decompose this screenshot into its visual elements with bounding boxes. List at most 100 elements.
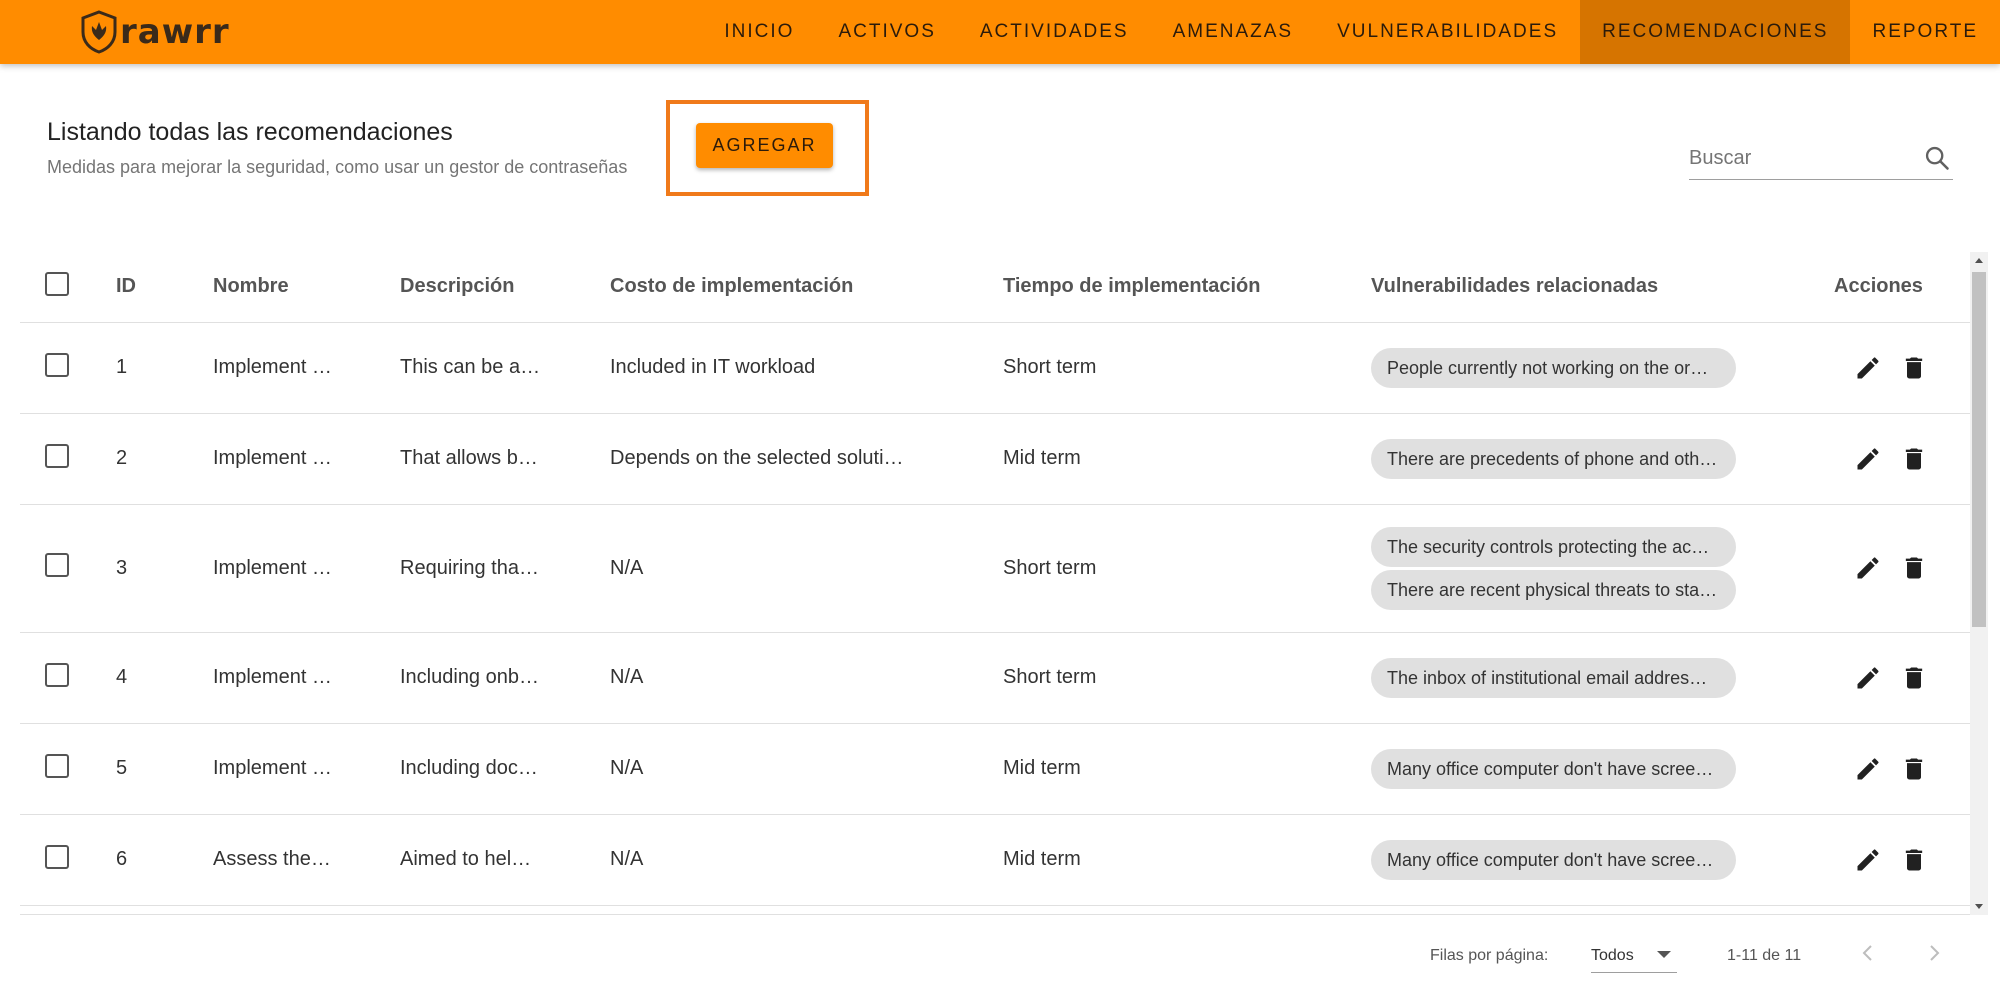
cell-descripcion: That allows b… bbox=[400, 447, 538, 469]
delete-icon[interactable] bbox=[1900, 554, 1928, 582]
nav-item-activos[interactable]: ACTIVOS bbox=[816, 0, 957, 64]
cell-costo: N/A bbox=[610, 848, 644, 870]
row-checkbox[interactable] bbox=[45, 844, 69, 869]
edit-icon[interactable] bbox=[1854, 554, 1882, 582]
nav-item-actividades[interactable]: ACTIVIDADES bbox=[958, 0, 1151, 64]
cell-costo: N/A bbox=[610, 556, 644, 579]
delete-icon[interactable] bbox=[1900, 445, 1928, 473]
table-row[interactable]: 3 Implement … Requiring tha… N/A Short term T… bbox=[20, 504, 1970, 633]
delete-icon[interactable] bbox=[1900, 846, 1928, 874]
edit-icon[interactable] bbox=[1854, 755, 1882, 783]
nav-item-reporte[interactable]: REPORTE bbox=[1850, 0, 2000, 64]
main-nav: INICIO ACTIVOS ACTIVIDADES AMENAZAS VULNERAB… bbox=[702, 0, 2000, 64]
table-row[interactable]: 2 Implement … That allows b… Depends on the… bbox=[20, 413, 1970, 505]
cell-tiempo: Mid term bbox=[1003, 848, 1081, 870]
row-checkbox[interactable] bbox=[45, 553, 69, 577]
vulnerability-chip[interactable]: There are precedents of phone and oth… bbox=[1371, 438, 1736, 479]
cell-descripcion: Including onb… bbox=[400, 666, 539, 688]
cell-vulnerabilidades: The security controls protecting the ac…… bbox=[1371, 526, 1834, 610]
edit-icon[interactable] bbox=[1854, 846, 1882, 874]
cell-vulnerabilidades: People currently not working on the or… bbox=[1371, 347, 1834, 388]
cell-vulnerabilidades: Many office computer don't have scree… bbox=[1371, 839, 1834, 880]
select-all-checkbox[interactable] bbox=[45, 271, 69, 296]
delete-icon[interactable] bbox=[1900, 755, 1928, 783]
edit-icon[interactable] bbox=[1854, 445, 1882, 473]
scroll-down-arrow-icon[interactable] bbox=[1970, 897, 1988, 915]
column-header-costo[interactable]: Costo de implementación bbox=[610, 252, 1003, 323]
page-title: Listando todas las recomendaciones bbox=[47, 118, 453, 146]
cell-vulnerabilidades: Many office computer don't have scree… bbox=[1371, 748, 1834, 789]
add-button[interactable]: AGREGAR bbox=[696, 123, 833, 168]
edit-icon[interactable] bbox=[1854, 354, 1882, 382]
search-icon[interactable] bbox=[1923, 144, 1951, 172]
column-header-acciones: Acciones bbox=[1834, 252, 1970, 323]
cell-id: 5 bbox=[116, 757, 128, 779]
scroll-up-arrow-icon[interactable] bbox=[1970, 252, 1988, 270]
rows-per-page-select[interactable]: Todos bbox=[1591, 939, 1677, 973]
cell-nombre: Assess the… bbox=[213, 848, 331, 870]
table-row[interactable]: 4 Implement … Including onb… N/A Short term T… bbox=[20, 632, 1970, 724]
dropdown-caret-icon bbox=[1657, 951, 1671, 958]
cell-costo: Depends on the selected soluti… bbox=[610, 447, 904, 469]
vulnerability-chip[interactable]: The inbox of institutional email addres… bbox=[1371, 657, 1736, 698]
cell-id: 3 bbox=[116, 556, 128, 579]
cell-costo: Included in IT workload bbox=[610, 356, 816, 378]
cell-id: 4 bbox=[116, 666, 128, 688]
page-subtitle: Medidas para mejorar la seguridad, como … bbox=[47, 157, 628, 177]
delete-icon[interactable] bbox=[1900, 354, 1928, 382]
edit-icon[interactable] bbox=[1854, 664, 1882, 692]
recommendations-table: ID Nombre Descripción Costo de implement… bbox=[20, 252, 1970, 915]
row-actions bbox=[1854, 755, 1970, 783]
brand-wordmark: rawrr bbox=[120, 12, 230, 52]
vulnerability-chip[interactable]: Many office computer don't have scree… bbox=[1371, 748, 1736, 789]
previous-page-icon[interactable] bbox=[1856, 941, 1880, 965]
row-actions bbox=[1854, 445, 1970, 473]
vulnerability-chip[interactable]: Many office computer don't have scree… bbox=[1371, 839, 1736, 880]
cell-vulnerabilidades: There are precedents of phone and oth… bbox=[1371, 438, 1834, 479]
row-checkbox[interactable] bbox=[45, 352, 69, 377]
cell-costo: N/A bbox=[610, 666, 644, 688]
app-logo[interactable]: rawrr bbox=[80, 8, 230, 56]
row-checkbox[interactable] bbox=[45, 662, 69, 687]
table-row[interactable]: 5 Implement … Including doc… N/A Mid term Man… bbox=[20, 723, 1970, 815]
nav-item-amenazas[interactable]: AMENAZAS bbox=[1151, 0, 1316, 64]
next-page-icon[interactable] bbox=[1922, 941, 1946, 965]
column-header-nombre[interactable]: Nombre bbox=[213, 252, 400, 323]
nav-item-inicio[interactable]: INICIO bbox=[702, 0, 816, 64]
cell-descripcion: Aimed to hel… bbox=[400, 848, 532, 870]
table-row[interactable]: 1 Implement … This can be a… Included in IT… bbox=[20, 322, 1970, 414]
rows-per-page-label: Filas por página: bbox=[1430, 947, 1549, 964]
vulnerability-chip[interactable]: People currently not working on the or… bbox=[1371, 347, 1736, 388]
cell-nombre: Implement … bbox=[213, 666, 332, 688]
column-header-id[interactable]: ID bbox=[116, 252, 213, 323]
scrollbar-thumb[interactable] bbox=[1972, 272, 1986, 627]
row-checkbox[interactable] bbox=[45, 753, 69, 778]
cell-descripcion: Including doc… bbox=[400, 757, 538, 779]
vulnerability-chip[interactable]: There are recent physical threats to sta… bbox=[1371, 569, 1736, 610]
page-range-info: 1-11 de 11 bbox=[1727, 947, 1802, 964]
cell-tiempo: Mid term bbox=[1003, 757, 1081, 779]
cell-descripcion: This can be a… bbox=[400, 356, 541, 378]
cell-tiempo: Short term bbox=[1003, 356, 1097, 378]
cell-nombre: Implement … bbox=[213, 556, 332, 579]
nav-item-vulnerabilidades[interactable]: VULNERABILIDADES bbox=[1315, 0, 1580, 64]
table-pagination: Filas por página: Todos 1-11 de 11 bbox=[0, 935, 2000, 975]
row-checkbox[interactable] bbox=[45, 443, 69, 468]
delete-icon[interactable] bbox=[1900, 664, 1928, 692]
column-header-descripcion[interactable]: Descripción bbox=[400, 252, 610, 323]
rows-per-page-value: Todos bbox=[1591, 946, 1634, 964]
table-scrollbar[interactable] bbox=[1970, 252, 1988, 915]
nav-item-recomendaciones[interactable]: RECOMENDACIONES bbox=[1580, 0, 1851, 64]
table-row[interactable]: 6 Assess the… Aimed to hel… N/A Mid term Many… bbox=[20, 814, 1970, 906]
cell-costo: N/A bbox=[610, 757, 644, 779]
cell-tiempo: Short term bbox=[1003, 666, 1097, 688]
row-actions bbox=[1854, 554, 1970, 582]
search-input[interactable] bbox=[1689, 140, 1909, 176]
cell-id: 2 bbox=[116, 447, 128, 469]
column-header-vulnerabilidades[interactable]: Vulnerabilidades relacionadas bbox=[1371, 252, 1834, 323]
vulnerability-chip[interactable]: The security controls protecting the ac… bbox=[1371, 526, 1736, 567]
column-header-tiempo[interactable]: Tiempo de implementación bbox=[1003, 252, 1371, 323]
top-app-bar: rawrr INICIO ACTIVOS ACTIVIDADES AMENAZAS VU… bbox=[0, 0, 2000, 64]
cell-tiempo: Mid term bbox=[1003, 447, 1081, 469]
row-actions bbox=[1854, 354, 1970, 382]
